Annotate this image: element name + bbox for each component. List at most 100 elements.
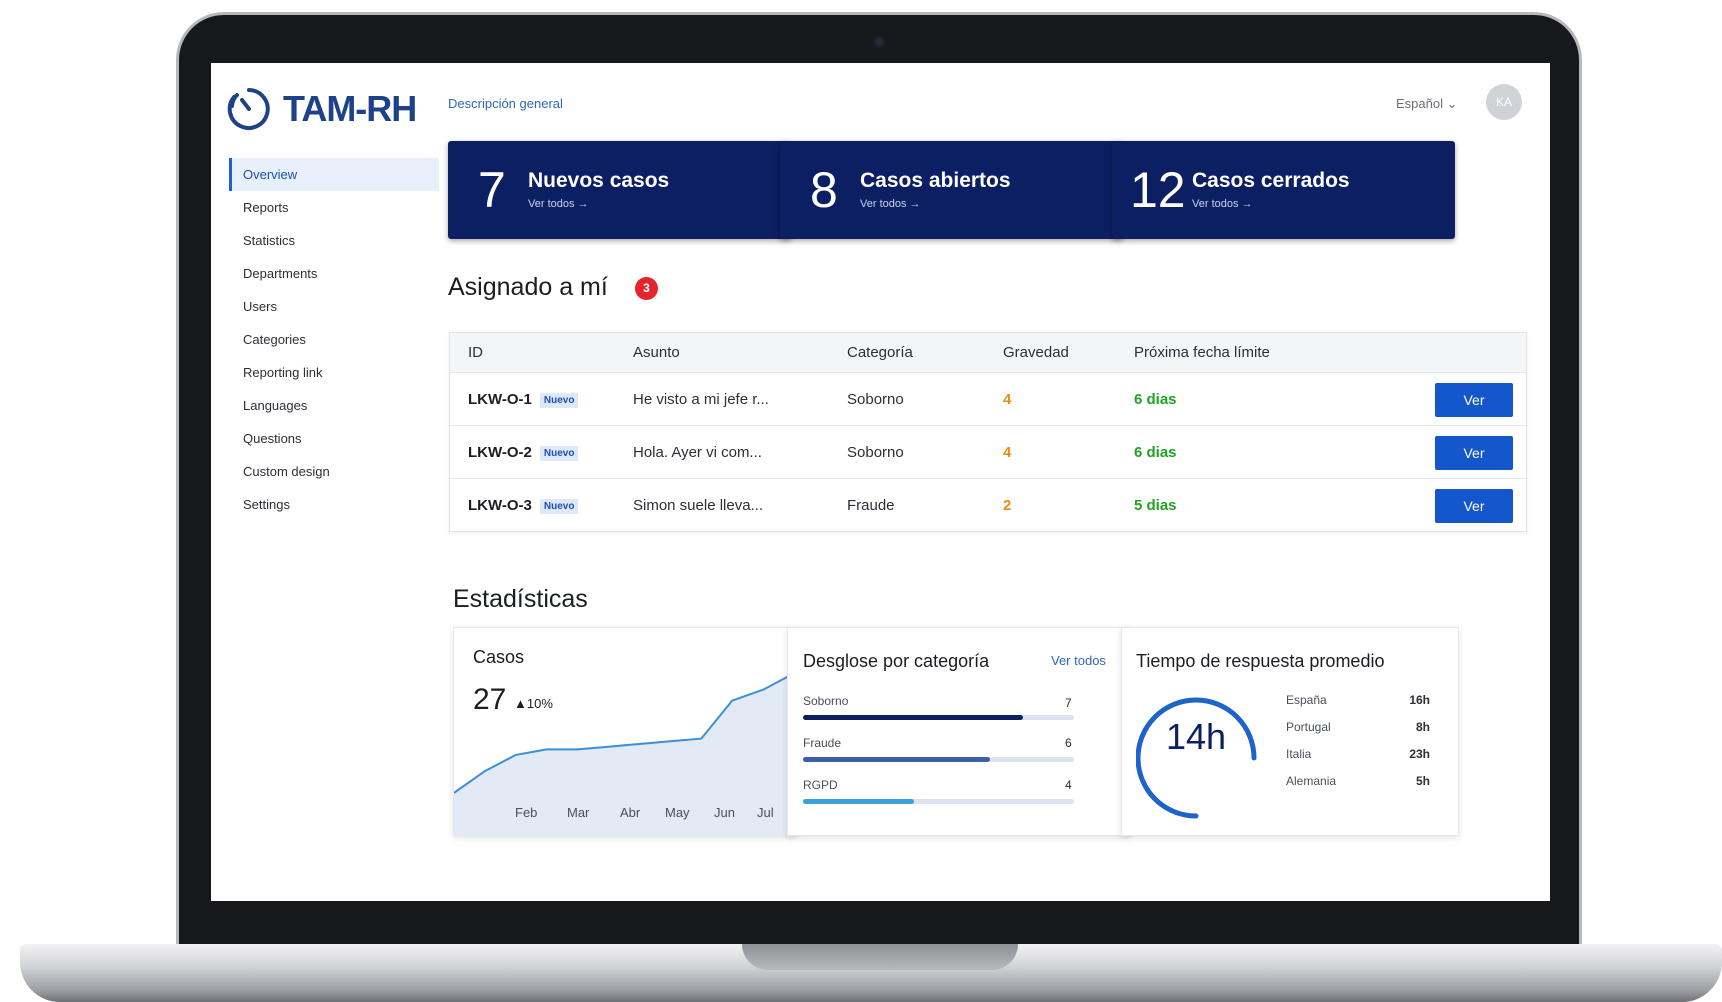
sidebar-item-settings[interactable]: Settings <box>229 488 439 521</box>
case-id-text: LKW-O-3 <box>468 497 532 514</box>
kpi-title: Casos cerrados <box>1192 169 1350 192</box>
brand-name: TAM-RH <box>283 88 417 129</box>
case-category: Soborno <box>847 444 904 461</box>
webcam <box>873 36 885 48</box>
case-severity: 4 <box>1003 391 1012 408</box>
kpi-title: Nuevos casos <box>528 169 670 192</box>
category-value: 7 <box>1065 696 1072 710</box>
sidebar-item-reports[interactable]: Reports <box>229 191 439 224</box>
category-label: RGPD <box>803 778 838 792</box>
country-name: Alemania <box>1286 774 1337 788</box>
case-subject: He visto a mi jefe r... <box>633 391 769 408</box>
sidebar-item-users[interactable]: Users <box>229 290 439 323</box>
response-ring <box>1136 697 1257 819</box>
view-case-button[interactable]: Ver <box>1435 383 1513 417</box>
kpi-card-closed[interactable]: 12 Casos cerrados Ver todos → <box>1112 141 1455 239</box>
response-value: 14h <box>1166 716 1227 757</box>
breakdown-view-all-link[interactable]: Ver todos <box>1051 653 1106 668</box>
case-subject: Hola. Ayer vi com... <box>633 444 762 461</box>
column-header-due[interactable]: Próxima fecha límite <box>1134 333 1270 372</box>
app-screen: TAM-RH Overview Reports Statistics Depar… <box>211 63 1550 901</box>
response-title: Tiempo de respuesta promedio <box>1136 651 1385 671</box>
x-tick-label: Jun <box>714 805 735 820</box>
kpi-number: 12 <box>1130 162 1186 218</box>
category-bar-fill <box>803 715 1023 720</box>
case-id: LKW-O-3 Nuevo <box>468 479 579 532</box>
country-time: 23h <box>1409 747 1430 761</box>
kpi-title: Casos abiertos <box>860 169 1011 192</box>
table-header: ID Asunto Categoría Gravedad Próxima fec… <box>450 333 1526 372</box>
category-bar-track <box>803 799 1074 804</box>
assigned-count-badge: 3 <box>635 277 658 300</box>
case-severity: 4 <box>1003 444 1012 461</box>
case-due: 6 dias <box>1134 391 1177 408</box>
kpi-card-open[interactable]: 8 Casos abiertos Ver todos → <box>780 141 1123 239</box>
cases-chart-card: Casos 27 ▲10% Feb Mar Abr May Jun Jul <box>453 627 797 836</box>
stats-title: Estadísticas <box>453 585 588 613</box>
category-bar-track <box>803 757 1074 762</box>
category-bar-fill <box>803 757 990 762</box>
x-tick-label: Feb <box>515 805 538 820</box>
response-time-card: Tiempo de respuesta promedio 14h España … <box>1121 627 1459 836</box>
kpi-view-all-link[interactable]: Ver todos → <box>528 198 589 210</box>
sidebar-nav: Overview Reports Statistics Departments … <box>229 158 439 521</box>
category-breakdown-card: Desglose por categoría Ver todos Soborno… <box>787 627 1131 836</box>
category-bar-fill <box>803 799 915 804</box>
case-category: Fraude <box>847 497 895 514</box>
assigned-table: ID Asunto Categoría Gravedad Próxima fec… <box>449 332 1527 532</box>
case-id-text: LKW-O-1 <box>468 391 532 408</box>
sidebar-item-questions[interactable]: Questions <box>229 422 439 455</box>
new-badge: Nuevo <box>539 498 579 514</box>
kpi-number: 8 <box>810 162 838 218</box>
table-row[interactable]: LKW-O-1 Nuevo He visto a mi jefe r... Sob… <box>450 372 1526 426</box>
kpi-view-all-link[interactable]: Ver todos → <box>1192 198 1253 210</box>
x-tick-label: Jul <box>757 805 774 820</box>
country-name: España <box>1286 693 1327 707</box>
column-header-subject[interactable]: Asunto <box>633 333 680 372</box>
country-time: 5h <box>1415 774 1430 788</box>
category-value: 6 <box>1065 736 1072 750</box>
case-due: 6 dias <box>1134 444 1177 461</box>
brand-logo[interactable]: TAM-RH <box>225 85 417 133</box>
view-case-button[interactable]: Ver <box>1435 489 1513 523</box>
category-bar-track <box>803 715 1074 720</box>
case-id-text: LKW-O-2 <box>468 444 532 461</box>
language-selector[interactable]: Español ⌄ <box>1396 96 1457 112</box>
sidebar-item-departments[interactable]: Departments <box>229 257 439 290</box>
country-time: 8h <box>1415 720 1430 734</box>
new-badge: Nuevo <box>539 445 579 461</box>
breakdown-title: Desglose por categoría <box>803 651 990 671</box>
laptop-notch <box>742 944 1018 970</box>
column-header-category[interactable]: Categoría <box>847 333 913 372</box>
cases-area-chart <box>454 672 795 835</box>
clock-logo-icon <box>227 88 270 130</box>
sidebar-item-overview[interactable]: Overview <box>229 158 439 191</box>
avatar[interactable]: KA <box>1486 84 1522 120</box>
kpi-number: 7 <box>478 162 506 218</box>
view-case-button[interactable]: Ver <box>1435 436 1513 470</box>
breadcrumb[interactable]: Descripción general <box>448 96 563 111</box>
x-tick-label: May <box>665 805 690 820</box>
category-label: Fraude <box>803 736 842 750</box>
case-subject: Simon suele lleva... <box>633 497 764 514</box>
category-value: 4 <box>1065 778 1072 792</box>
case-category: Soborno <box>847 391 904 408</box>
x-tick-label: Abr <box>620 805 641 820</box>
sidebar-item-statistics[interactable]: Statistics <box>229 224 439 257</box>
x-tick-label: Mar <box>567 805 590 820</box>
new-badge: Nuevo <box>539 392 579 408</box>
case-id: LKW-O-2 Nuevo <box>468 426 579 479</box>
table-row[interactable]: LKW-O-3 Nuevo Simon suele lleva... Fraude… <box>450 478 1526 532</box>
sidebar-item-custom-design[interactable]: Custom design <box>229 455 439 488</box>
sidebar-item-languages[interactable]: Languages <box>229 389 439 422</box>
column-header-severity[interactable]: Gravedad <box>1003 333 1069 372</box>
case-id: LKW-O-1 Nuevo <box>468 373 579 426</box>
case-due: 5 dias <box>1134 497 1177 514</box>
sidebar-item-reporting-link[interactable]: Reporting link <box>229 356 439 389</box>
kpi-view-all-link[interactable]: Ver todos → <box>860 198 921 210</box>
sidebar-item-categories[interactable]: Categories <box>229 323 439 356</box>
kpi-card-new[interactable]: 7 Nuevos casos Ver todos → <box>448 141 791 239</box>
category-label: Soborno <box>803 694 849 708</box>
column-header-id[interactable]: ID <box>468 333 483 372</box>
table-row[interactable]: LKW-O-2 Nuevo Hola. Ayer vi com... Soborn… <box>450 425 1526 479</box>
